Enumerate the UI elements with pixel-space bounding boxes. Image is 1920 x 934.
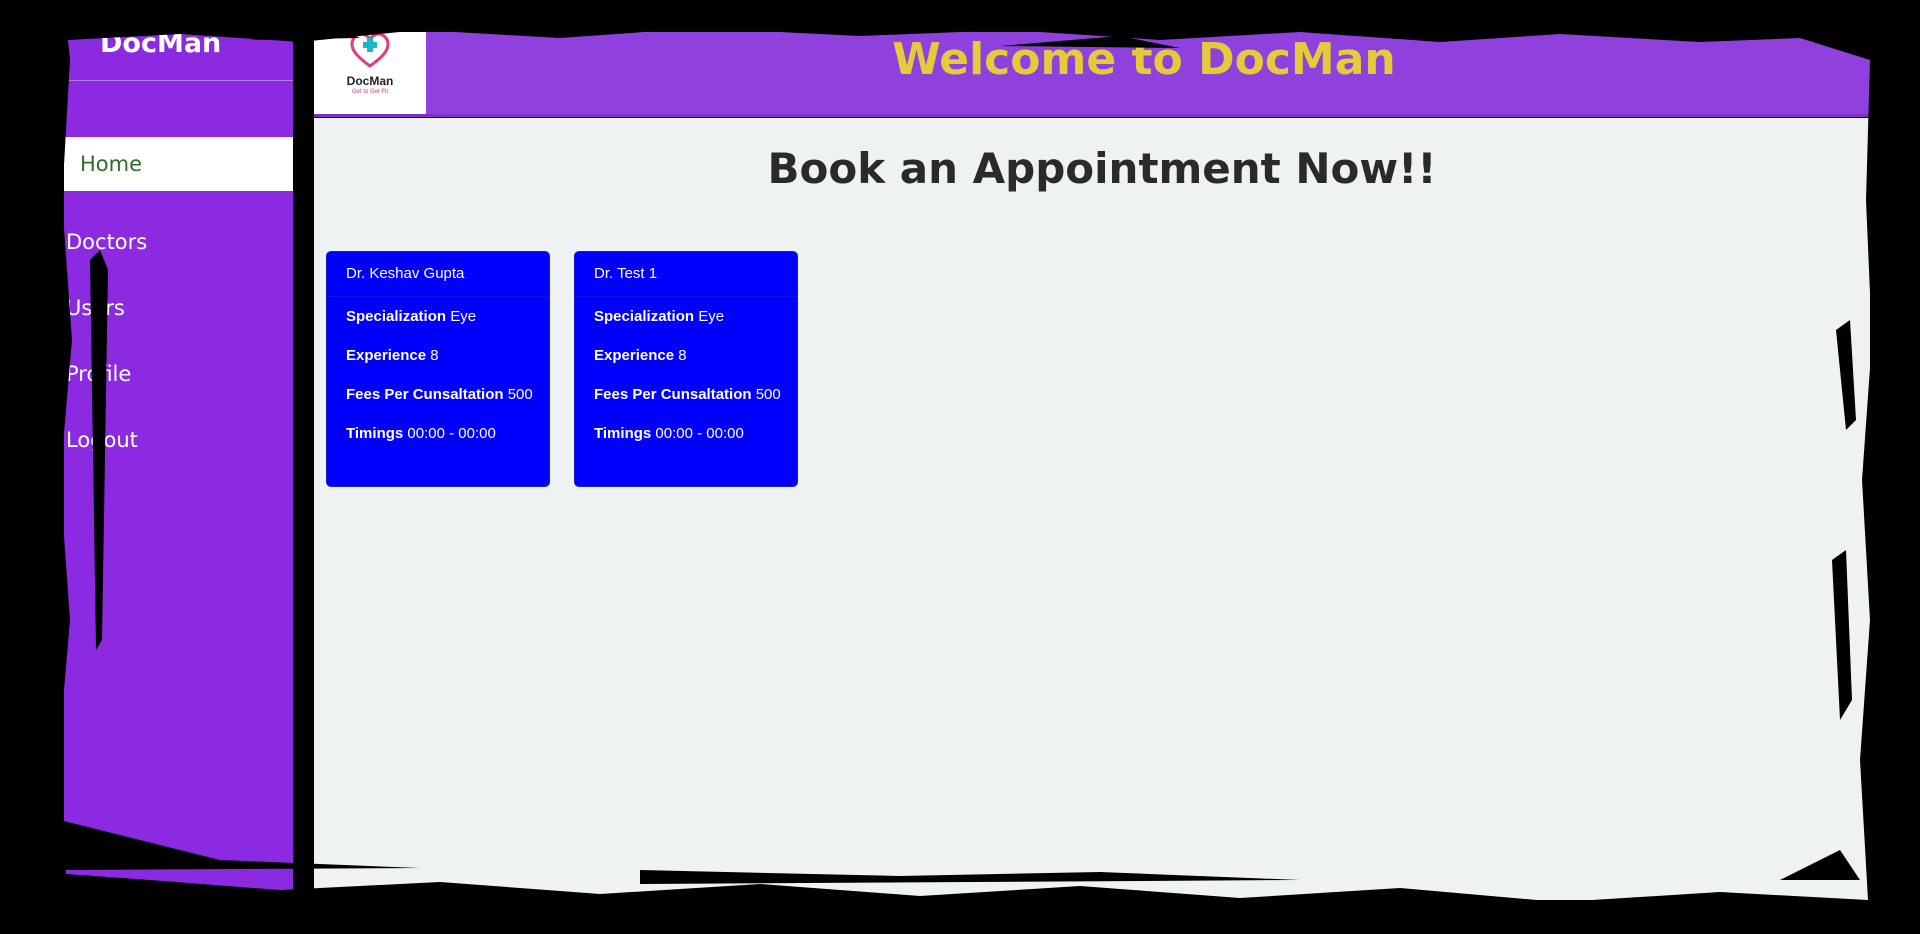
doctor-name: Dr. Test 1 (575, 252, 797, 297)
doctor-experience: Experience 8 (575, 336, 797, 375)
doctor-experience: Experience 8 (327, 336, 549, 375)
sidebar-divider (64, 80, 293, 81)
fees-label: Fees Per Cunsaltation (594, 386, 752, 403)
doctor-card[interactable]: Dr. Keshav Gupta Specialization Eye Expe… (326, 251, 550, 487)
doctor-specialization: Specialization Eye (327, 297, 549, 336)
header-divider (314, 114, 1870, 117)
experience-value: 8 (678, 347, 687, 364)
sidebar-item-profile[interactable]: Profile (64, 347, 293, 401)
app-window: DocMan Home Doctors Users Profile Logout… (0, 0, 1920, 934)
fees-value: 500 (507, 386, 533, 403)
specialization-label: Specialization (594, 308, 695, 325)
doctor-card[interactable]: Dr. Test 1 Specialization Eye Experience… (574, 251, 798, 487)
specialization-value: Eye (450, 308, 477, 325)
header-title: Welcome to DocMan (892, 34, 1396, 85)
doctor-fees: Fees Per Cunsaltation 500 (327, 375, 549, 414)
specialization-value: Eye (698, 308, 725, 325)
specialization-label: Specialization (346, 308, 447, 325)
doctor-fees: Fees Per Cunsaltation 500 (575, 375, 797, 414)
doctor-name: Dr. Keshav Gupta (327, 252, 549, 297)
main-content: Book an Appointment Now!! Dr. Keshav Gup… (314, 118, 1870, 900)
sidebar-item-doctors[interactable]: Doctors (64, 215, 293, 269)
sidebar-item-home[interactable]: Home (64, 137, 293, 191)
sidebar-item-logout[interactable]: Logout (64, 413, 293, 467)
sidebar-brand: DocMan (100, 28, 222, 59)
experience-label: Experience (594, 347, 675, 364)
fees-value: 500 (755, 386, 781, 403)
header-bar: DocMan Get to Get Fit Welcome to DocMan (314, 32, 1870, 117)
page-title: Book an Appointment Now!! (767, 144, 1437, 193)
sidebar: DocMan Home Doctors Users Profile Logout (64, 30, 293, 900)
logo-name: DocMan (346, 74, 394, 88)
timings-label: Timings (346, 425, 404, 442)
timings-label: Timings (594, 425, 652, 442)
heart-cross-icon (350, 34, 390, 68)
sidebar-item-users[interactable]: Users (64, 281, 293, 335)
fees-label: Fees Per Cunsaltation (346, 386, 504, 403)
doctor-specialization: Specialization Eye (575, 297, 797, 336)
doctor-timings: Timings 00:00 - 00:00 (575, 414, 797, 453)
logo[interactable]: DocMan Get to Get Fit (314, 32, 426, 114)
logo-tagline: Get to Get Fit (351, 89, 388, 95)
doctor-timings: Timings 00:00 - 00:00 (327, 414, 549, 453)
timings-value: 00:00 - 00:00 (655, 425, 744, 442)
timings-value: 00:00 - 00:00 (407, 425, 496, 442)
experience-value: 8 (430, 347, 439, 364)
experience-label: Experience (346, 347, 427, 364)
